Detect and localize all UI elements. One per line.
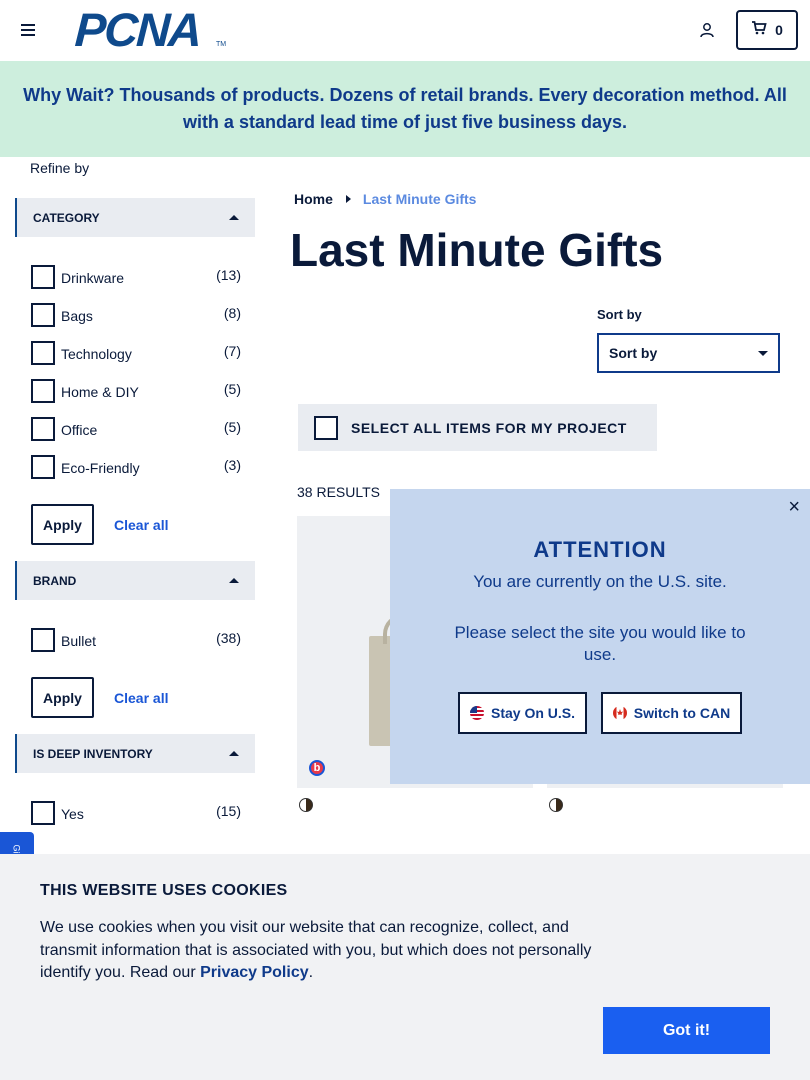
cart-count: 0 xyxy=(775,22,783,38)
facet-option-label: Home & DIY xyxy=(61,384,139,400)
cookie-body-suffix: . xyxy=(308,964,314,981)
switch-to-can-button[interactable]: Switch to CAN xyxy=(601,692,742,734)
breadcrumb: Home Last Minute Gifts xyxy=(294,191,476,207)
breadcrumb-home-link[interactable]: Home xyxy=(294,191,333,207)
checkbox[interactable] xyxy=(314,416,338,440)
facet-option-label: Bags xyxy=(61,308,93,324)
facet-option: Drinkware (13) xyxy=(31,262,243,289)
facet-option: Office (5) xyxy=(31,414,243,441)
facet-option-count: (38) xyxy=(216,630,241,646)
clear-brand-link[interactable]: Clear all xyxy=(114,690,168,706)
modal-title: ATTENTION xyxy=(533,537,667,562)
accept-cookies-button[interactable]: Got it! xyxy=(603,1007,770,1054)
logo-text: PCNA xyxy=(73,3,202,56)
feedback-tab[interactable]: Gi xyxy=(0,832,34,856)
facet-option-count: (13) xyxy=(216,267,241,283)
checkbox[interactable] xyxy=(31,265,55,289)
cart-button[interactable]: 0 xyxy=(736,10,798,50)
pcna-logo[interactable]: PCNA TM xyxy=(73,3,227,56)
facet-option-label: Bullet xyxy=(61,633,97,649)
checkbox[interactable] xyxy=(31,801,55,825)
color-swatch[interactable] xyxy=(549,798,563,812)
chevron-right-icon xyxy=(345,195,351,203)
site-selection-modal: × ATTENTION You are currently on the U.S… xyxy=(390,489,810,784)
cart-icon xyxy=(751,20,767,40)
switch-to-can-label: Switch to CAN xyxy=(633,705,731,721)
facet-option: Home & DIY (5) xyxy=(31,376,243,403)
privacy-policy-link[interactable]: Privacy Policy xyxy=(200,964,309,981)
stay-on-us-button[interactable]: Stay On U.S. xyxy=(458,692,587,734)
feedback-tab-label: Gi xyxy=(11,844,22,854)
facet-title: IS DEEP INVENTORY xyxy=(33,746,153,761)
checkbox[interactable] xyxy=(31,455,55,479)
hamburger-menu-icon[interactable] xyxy=(21,24,35,36)
facet-title: BRAND xyxy=(33,573,77,588)
close-icon[interactable]: × xyxy=(788,497,800,517)
facet-option: Bags (8) xyxy=(31,300,243,327)
facet-option-count: (7) xyxy=(223,343,241,359)
facet-option-count: (8) xyxy=(223,305,241,321)
promo-banner: Why Wait? Thousands of products. Dozens … xyxy=(0,61,810,157)
modal-select-site-message: Please select the site you would like to… xyxy=(454,623,746,664)
sort-label: Sort by xyxy=(597,307,642,322)
facet-option-label: Yes xyxy=(61,806,84,822)
cookie-banner: THIS WEBSITE USES COOKIES We use cookies… xyxy=(0,854,810,1080)
user-account-icon[interactable] xyxy=(699,22,715,38)
site-header: PCNA TM 0 xyxy=(0,0,810,61)
select-all-items[interactable]: SELECT ALL ITEMS FOR MY PROJECT xyxy=(298,404,657,451)
select-all-label: SELECT ALL ITEMS FOR MY PROJECT xyxy=(351,420,627,436)
caret-up-icon xyxy=(229,751,239,756)
checkbox[interactable] xyxy=(31,417,55,441)
promo-banner-text: Why Wait? Thousands of products. Dozens … xyxy=(23,85,787,132)
facet-header-category[interactable]: CATEGORY xyxy=(15,198,255,237)
facet-option-label: Eco-Friendly xyxy=(61,460,140,476)
canada-flag-icon xyxy=(612,706,627,720)
caret-up-icon xyxy=(229,578,239,583)
facet-option: Yes (15) xyxy=(31,798,243,825)
checkbox[interactable] xyxy=(31,628,55,652)
stay-on-us-label: Stay On U.S. xyxy=(490,705,576,721)
facet-option-label: Technology xyxy=(61,346,132,362)
clear-category-link[interactable]: Clear all xyxy=(114,517,168,533)
results-count: 38 RESULTS xyxy=(297,484,380,500)
facet-option: Bullet (38) xyxy=(31,625,243,652)
cookie-body: We use cookies when you visit our websit… xyxy=(40,917,610,985)
sort-selected-value: Sort by xyxy=(609,345,658,361)
facet-option: Technology (7) xyxy=(31,338,243,365)
facet-header-brand[interactable]: BRAND xyxy=(15,561,255,600)
facet-option-label: Drinkware xyxy=(61,270,125,286)
color-swatch[interactable] xyxy=(299,798,313,812)
facet-option-count: (15) xyxy=(216,803,241,819)
modal-current-site-message: You are currently on the U.S. site. xyxy=(473,572,727,591)
logo-trademark: TM xyxy=(216,41,227,48)
facet-option-label: Office xyxy=(61,422,98,438)
facet-title: CATEGORY xyxy=(33,210,100,225)
facet-option-count: (5) xyxy=(223,381,241,397)
caret-up-icon xyxy=(229,215,239,220)
apply-brand-button[interactable]: Apply xyxy=(31,677,94,718)
facet-option: Eco-Friendly (3) xyxy=(31,452,243,479)
checkbox[interactable] xyxy=(31,341,55,365)
page-title: Last Minute Gifts xyxy=(290,224,664,276)
checkbox[interactable] xyxy=(31,379,55,403)
brand-badge-icon: b xyxy=(309,760,325,776)
cookie-body-text: We use cookies when you visit our websit… xyxy=(40,919,592,981)
us-flag-icon xyxy=(469,706,484,720)
facet-option-count: (3) xyxy=(223,457,241,473)
refine-by-label: Refine by xyxy=(30,160,90,176)
chevron-down-icon xyxy=(758,351,768,356)
apply-category-button[interactable]: Apply xyxy=(31,504,94,545)
cookie-title: THIS WEBSITE USES COOKIES xyxy=(40,882,288,899)
facet-option-count: (5) xyxy=(223,419,241,435)
sort-select[interactable]: Sort by xyxy=(597,333,780,373)
breadcrumb-current: Last Minute Gifts xyxy=(362,191,477,207)
facet-header-deep-inventory[interactable]: IS DEEP INVENTORY xyxy=(15,734,255,773)
checkbox[interactable] xyxy=(31,303,55,327)
